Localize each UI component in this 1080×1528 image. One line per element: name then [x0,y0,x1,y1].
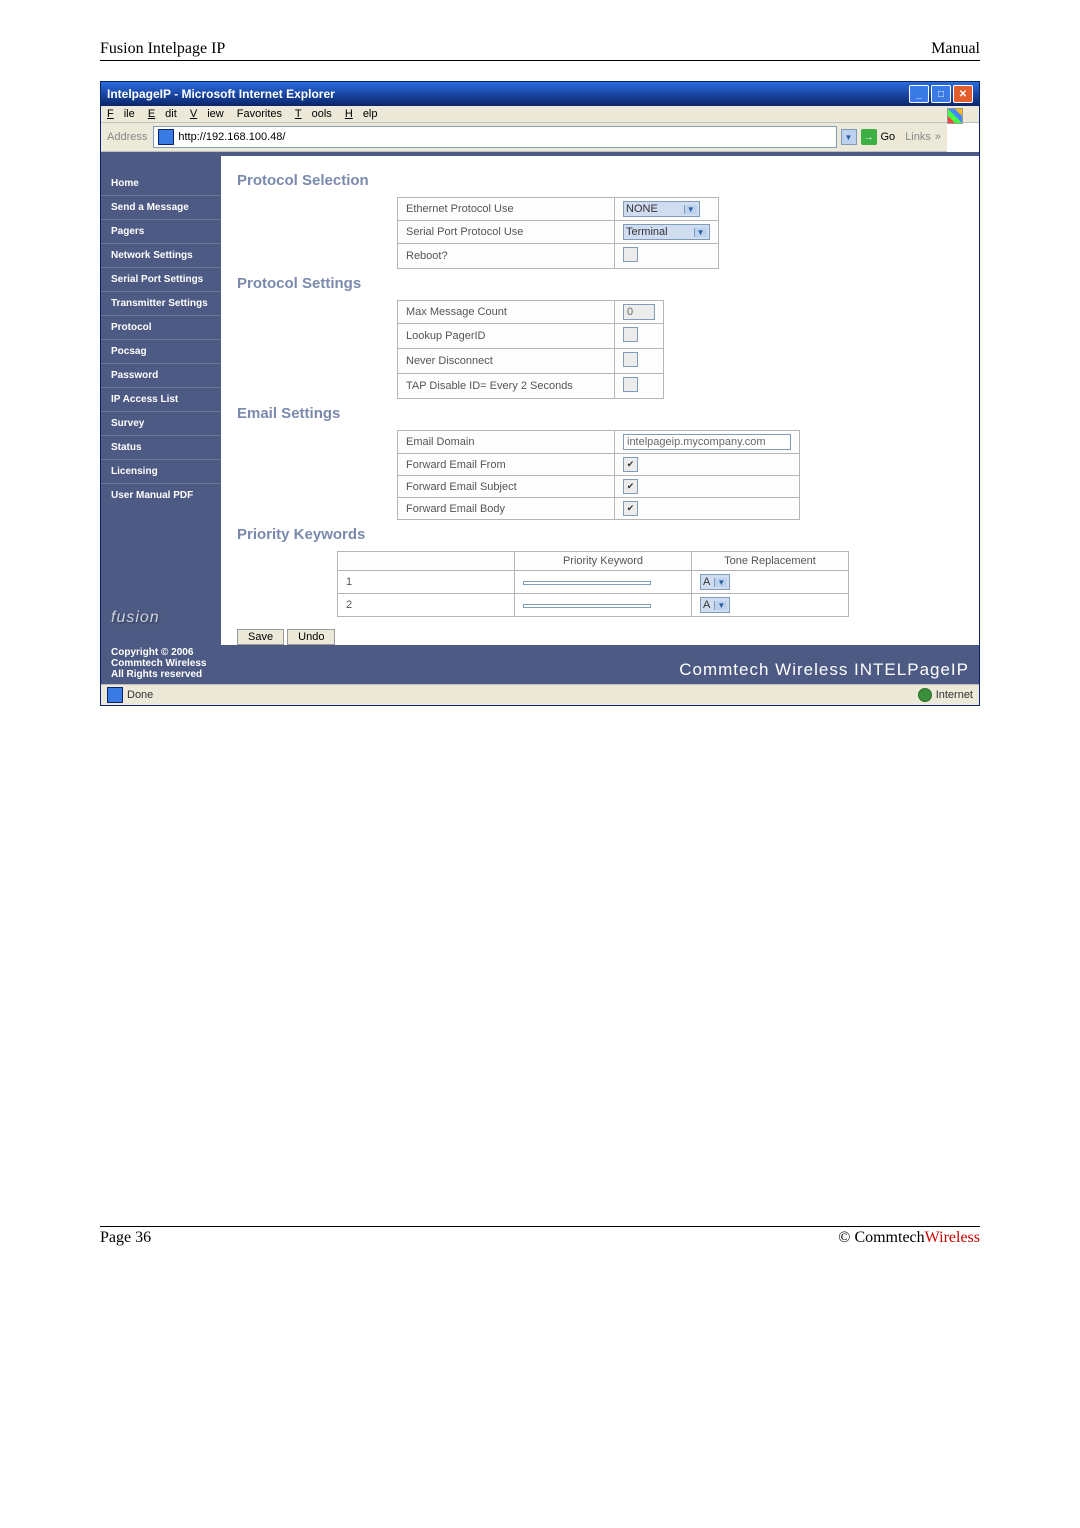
close-button[interactable]: ✕ [953,85,973,103]
page-footer: Copyright © 2006 Commtech Wireless All R… [101,645,979,684]
doc-header-left: Fusion Intelpage IP [100,40,225,58]
pk-header-blank [338,552,515,571]
menu-view[interactable]: View [190,108,224,120]
pk-header-tone: Tone Replacement [692,552,849,571]
address-label: Address [107,131,147,143]
label-email-domain: Email Domain [398,431,615,454]
pk-header-keyword: Priority Keyword [515,552,692,571]
protocol-selection-table: Ethernet Protocol Use NONE▼ Serial Port … [397,197,719,269]
menu-bar: File Edit View Favorites Tools Help [101,106,979,123]
priority-keywords-table: Priority Keyword Tone Replacement 1 A▼ 2… [337,551,849,617]
copyright-text: Copyright © 2006 Commtech Wireless All R… [111,647,207,680]
section-protocol-selection: Protocol Selection [237,172,963,189]
ie-flag-icon [947,108,963,124]
browser-window: IntelpageIP - Microsoft Internet Explore… [100,81,980,706]
sidebar-item-home[interactable]: Home [101,172,221,195]
label-serial-protocol: Serial Port Protocol Use [398,221,615,244]
label-max-msg-count: Max Message Count [398,301,615,324]
sidebar-item-transmitter-settings[interactable]: Transmitter Settings [101,291,221,315]
minimize-button[interactable]: _ [909,85,929,103]
sidebar-item-survey[interactable]: Survey [101,411,221,435]
page-num: Page 36 [100,1229,151,1247]
brand-text: Commtech Wireless INTELPageIP [679,660,969,680]
sidebar-item-status[interactable]: Status [101,435,221,459]
label-tap-disable: TAP Disable ID= Every 2 Seconds [398,374,615,399]
menu-edit[interactable]: Edit [148,108,177,120]
sidebar-item-pocsag[interactable]: Pocsag [101,339,221,363]
save-button[interactable]: Save [237,629,284,645]
section-priority-keywords: Priority Keywords [237,526,963,543]
address-bar: Address http://192.168.100.48/ ▼ → Go Li… [101,123,947,152]
section-email-settings: Email Settings [237,405,963,422]
sidebar-item-ip-access-list[interactable]: IP Access List [101,387,221,411]
sidebar-item-user-manual-pdf[interactable]: User Manual PDF [101,483,221,507]
sidebar-logo: fusion [101,591,221,645]
checkbox-lookup-pagerid[interactable] [623,327,638,342]
menu-tools[interactable]: Tools [295,108,332,120]
pk-row-2-tone[interactable]: A▼ [700,597,730,613]
pk-row-2-keyword[interactable] [523,604,651,608]
pk-row-2-num: 2 [338,594,515,617]
page-icon [158,129,174,145]
label-fwd-subject: Forward Email Subject [398,476,615,498]
checkbox-fwd-subject[interactable] [623,479,638,494]
sidebar-item-network-settings[interactable]: Network Settings [101,243,221,267]
menu-help[interactable]: Help [345,108,378,120]
checkbox-fwd-from[interactable] [623,457,638,472]
sidebar-item-serial-port-settings[interactable]: Serial Port Settings [101,267,221,291]
select-ethernet-protocol[interactable]: NONE▼ [623,201,700,217]
input-max-msg-count[interactable]: 0 [623,304,655,320]
title-bar: IntelpageIP - Microsoft Internet Explore… [101,82,979,106]
sidebar: Home Send a Message Pagers Network Setti… [101,156,221,645]
email-settings-table: Email Domain intelpageip.mycompany.com F… [397,430,800,520]
go-button[interactable]: Go [881,131,896,143]
select-serial-protocol[interactable]: Terminal▼ [623,224,710,240]
window-title: IntelpageIP - Microsoft Internet Explore… [107,87,335,101]
pk-row-1-tone[interactable]: A▼ [700,574,730,590]
menu-favorites[interactable]: Favorites [237,108,282,120]
sidebar-item-send-message[interactable]: Send a Message [101,195,221,219]
status-zone: Internet [936,689,973,701]
links-label[interactable]: Links [905,131,931,143]
input-email-domain[interactable]: intelpageip.mycompany.com [623,434,791,450]
internet-icon [918,688,932,702]
pk-row-1-num: 1 [338,571,515,594]
section-protocol-settings: Protocol Settings [237,275,963,292]
sidebar-item-password[interactable]: Password [101,363,221,387]
label-ethernet-protocol: Ethernet Protocol Use [398,198,615,221]
checkbox-tap-disable[interactable] [623,377,638,392]
done-icon [107,687,123,703]
status-done: Done [127,689,153,701]
go-icon[interactable]: → [861,129,877,145]
sidebar-item-licensing[interactable]: Licensing [101,459,221,483]
menu-file[interactable]: File [107,108,135,120]
address-input[interactable]: http://192.168.100.48/ [178,131,831,143]
sidebar-item-protocol[interactable]: Protocol [101,315,221,339]
label-fwd-from: Forward Email From [398,454,615,476]
sidebar-item-pagers[interactable]: Pagers [101,219,221,243]
undo-button[interactable]: Undo [287,629,335,645]
status-bar: Done Internet [101,684,979,705]
doc-header-right: Manual [931,40,980,58]
protocol-settings-table: Max Message Count 0 Lookup PagerID Never… [397,300,664,399]
label-reboot: Reboot? [398,244,615,269]
copyright-line: © CommtechWireless [838,1229,980,1247]
checkbox-never-disconnect[interactable] [623,352,638,367]
label-lookup-pagerid: Lookup PagerID [398,324,615,349]
label-never-disconnect: Never Disconnect [398,349,615,374]
label-fwd-body: Forward Email Body [398,498,615,520]
checkbox-fwd-body[interactable] [623,501,638,516]
main-content: Protocol Selection Ethernet Protocol Use… [221,156,979,645]
maximize-button[interactable]: □ [931,85,951,103]
address-dropdown[interactable]: ▼ [841,129,857,145]
pk-row-1-keyword[interactable] [523,581,651,585]
checkbox-reboot[interactable] [623,247,638,262]
